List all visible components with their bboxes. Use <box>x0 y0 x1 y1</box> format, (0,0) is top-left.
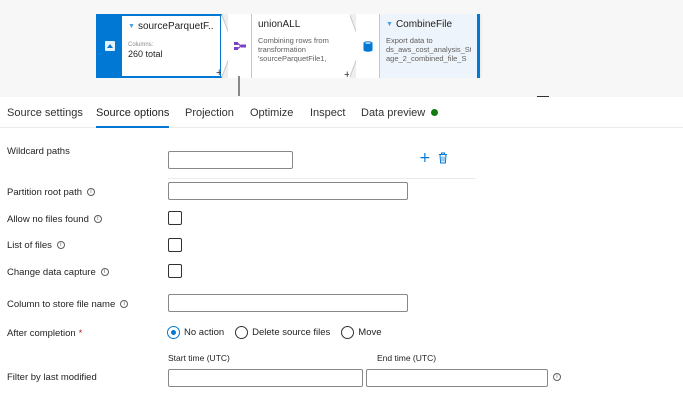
tab-data-preview[interactable]: Data preview <box>361 107 439 119</box>
column-to-store-label: Column to store file name i <box>7 299 129 310</box>
column-to-store-text: Column to store file name <box>7 299 116 310</box>
radio-move-label: Move <box>358 327 382 338</box>
partition-root-path-label: Partition root path i <box>7 187 95 198</box>
wildcard-paths-label: Wildcard paths <box>7 146 70 157</box>
tab-data-preview-label: Data preview <box>361 107 426 119</box>
union-node-title: unionALL <box>258 19 301 30</box>
radio-delete-source-files-label: Delete source files <box>252 327 331 338</box>
plus-icon[interactable]: + <box>419 151 431 165</box>
tab-source-options[interactable]: Source options <box>96 107 170 128</box>
allow-no-files-label: Allow no files found i <box>7 214 102 225</box>
sink-node[interactable]: ▼ CombineFile Export data to ds_aws_cost… <box>356 14 480 78</box>
column-to-store-input[interactable] <box>168 294 408 312</box>
source-node-columns-label: Columns: <box>128 42 154 48</box>
union-node-description: Combining rows from transformation 'sour… <box>258 36 329 63</box>
source-node-title: sourceParquetF... <box>137 21 214 32</box>
radio-unselected-icon <box>341 326 355 339</box>
required-marker: * <box>78 328 83 339</box>
partition-root-path-input[interactable] <box>168 182 408 200</box>
filter-last-modified-label: Filter by last modified <box>7 372 97 383</box>
start-time-label: Start time (UTC) <box>168 353 230 363</box>
radio-move[interactable]: Move <box>341 326 382 339</box>
end-time-label: End time (UTC) <box>377 353 437 363</box>
list-of-files-text: List of files <box>7 240 52 251</box>
info-icon[interactable]: i <box>93 215 102 223</box>
tab-optimize[interactable]: Optimize <box>250 107 293 119</box>
sink-node-title: CombineFile <box>395 19 453 30</box>
trash-icon[interactable] <box>438 152 448 167</box>
radio-no-action-label: No action <box>184 327 225 338</box>
wildcard-section-divider <box>168 178 476 179</box>
info-icon[interactable]: i <box>87 188 95 196</box>
after-completion-radio-group: No action Delete source files Move <box>167 326 393 339</box>
info-icon[interactable]: i <box>553 373 561 381</box>
end-time-input[interactable] <box>366 369 548 387</box>
radio-delete-source-files[interactable]: Delete source files <box>235 326 330 339</box>
node-status-icon: ▼ <box>386 21 393 28</box>
sink-node-icon <box>356 14 380 78</box>
allow-no-files-checkbox[interactable] <box>168 211 182 225</box>
union-node-icon <box>228 14 252 78</box>
info-icon[interactable]: i <box>56 241 65 249</box>
change-data-capture-text: Change data capture <box>7 267 96 278</box>
node-status-icon: ▼ <box>128 23 135 30</box>
tab-source-settings[interactable]: Source settings <box>7 107 83 119</box>
dataflow-canvas[interactable]: ▼ sourceParquetF... Columns: 260 total +… <box>0 0 683 98</box>
source-node-count: 260 total <box>128 49 163 59</box>
info-icon[interactable]: i <box>100 268 109 276</box>
partition-root-path-text: Partition root path <box>7 187 82 198</box>
source-node[interactable]: ▼ sourceParquetF... Columns: 260 total + <box>96 14 222 79</box>
after-completion-text: After completion <box>7 328 76 339</box>
radio-no-action[interactable]: No action <box>167 326 224 339</box>
wildcard-path-input[interactable] <box>168 151 293 169</box>
union-node[interactable]: unionALL Combining rows from transformat… <box>228 14 350 81</box>
after-completion-label: After completion * <box>7 328 82 339</box>
list-of-files-checkbox[interactable] <box>168 238 182 252</box>
radio-selected-icon <box>167 326 180 339</box>
source-node-icon <box>98 16 122 76</box>
status-dot-icon <box>431 109 439 116</box>
change-data-capture-label: Change data capture i <box>7 267 109 278</box>
list-of-files-label: List of files i <box>7 240 65 251</box>
settings-tabs: Source settings Source options Projectio… <box>0 97 683 128</box>
sink-node-description: Export data to ds_aws_cost_analysis_St a… <box>386 36 471 63</box>
tab-inspect[interactable]: Inspect <box>310 107 345 119</box>
database-icon <box>363 40 372 52</box>
start-time-input[interactable] <box>168 369 363 387</box>
tab-projection[interactable]: Projection <box>185 107 234 119</box>
flow-connector-line <box>238 76 240 96</box>
radio-unselected-icon <box>235 326 249 339</box>
change-data-capture-checkbox[interactable] <box>168 264 182 278</box>
source-icon <box>105 41 115 51</box>
info-icon[interactable]: i <box>120 300 129 308</box>
allow-no-files-text: Allow no files found <box>7 214 89 225</box>
union-icon <box>233 42 246 50</box>
